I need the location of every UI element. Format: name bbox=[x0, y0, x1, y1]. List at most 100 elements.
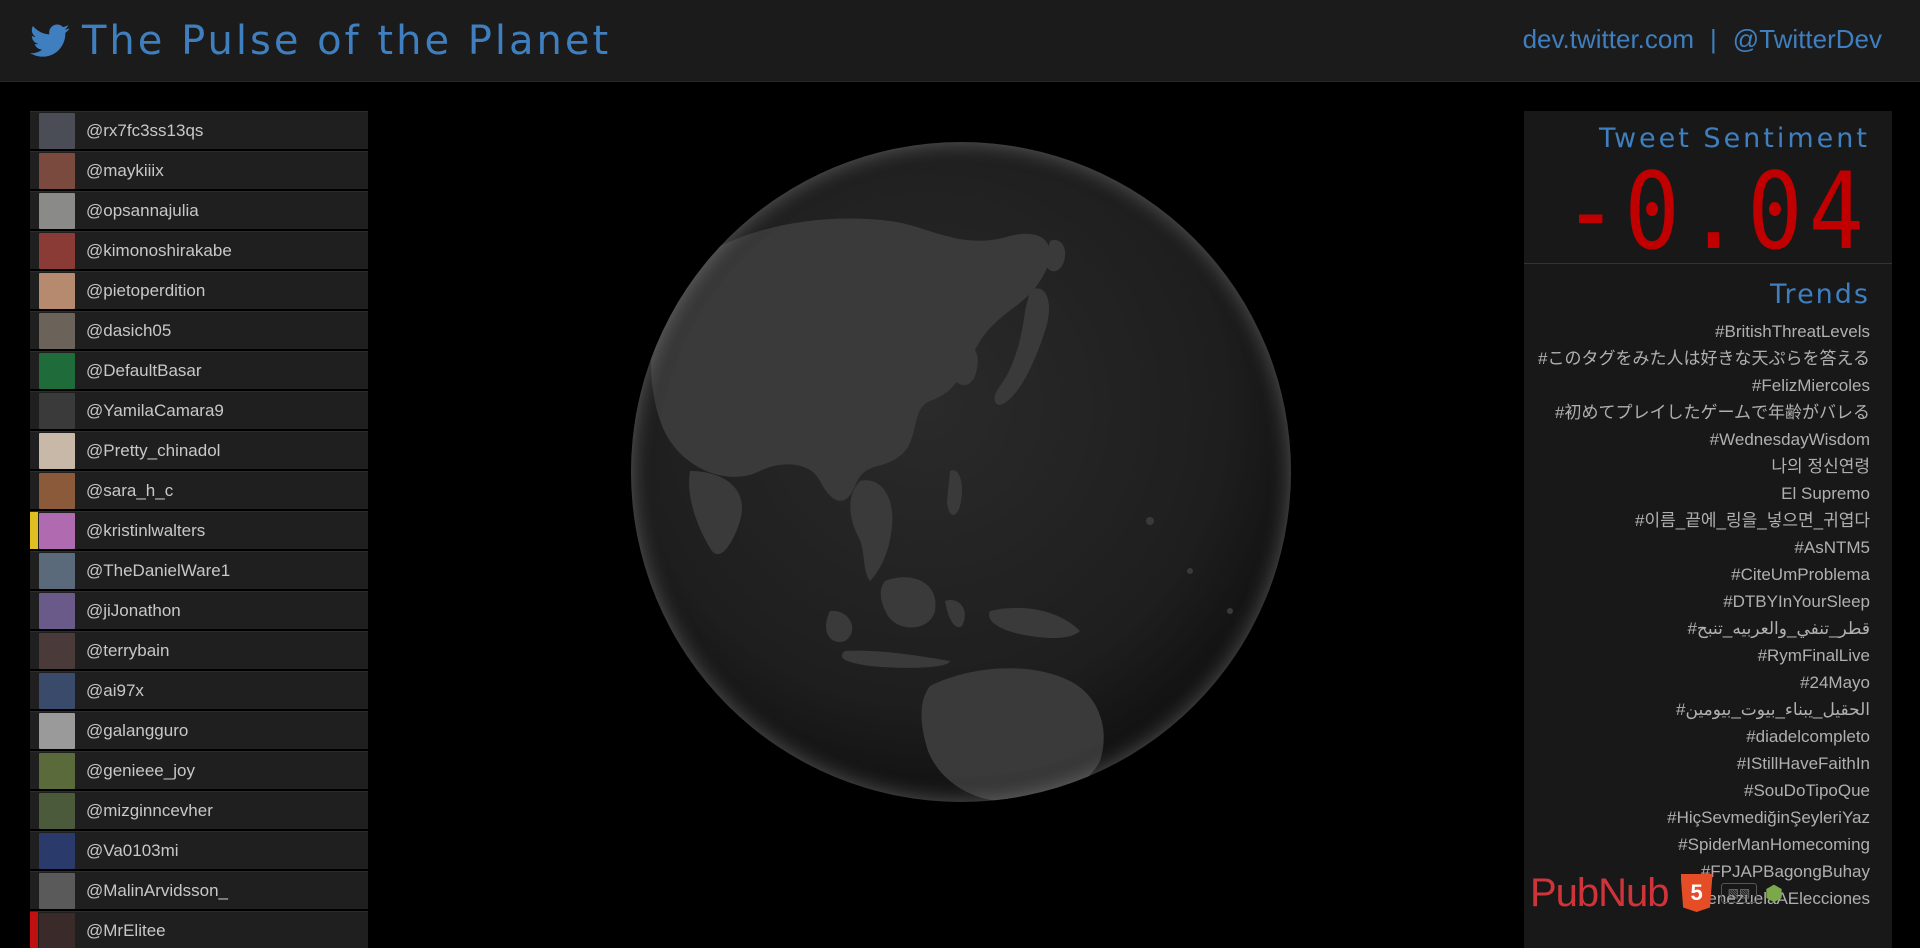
trend-item[interactable]: #初めてプレイしたゲームで年齢がバレる bbox=[1538, 399, 1870, 426]
avatar[interactable] bbox=[39, 912, 75, 948]
sentiment-flag bbox=[30, 592, 38, 629]
user-row[interactable]: @sara_h_c bbox=[30, 471, 368, 509]
user-handle[interactable]: @maykiiix bbox=[86, 161, 164, 181]
trend-item[interactable]: #الحقيل_يبناء_بيوت_بيومين bbox=[1538, 696, 1870, 723]
user-handle[interactable]: @YamilaCamara9 bbox=[86, 401, 224, 421]
user-row[interactable]: @kimonoshirakabe bbox=[30, 231, 368, 269]
avatar[interactable] bbox=[39, 672, 75, 709]
user-row[interactable]: @Va0103mi bbox=[30, 831, 368, 869]
trend-item[interactable]: #AsNTM5 bbox=[1538, 534, 1870, 561]
user-row[interactable]: @MalinArvidsson_ bbox=[30, 871, 368, 909]
avatar[interactable] bbox=[39, 552, 75, 589]
user-handle[interactable]: @Pretty_chinadol bbox=[86, 441, 220, 461]
globe[interactable] bbox=[630, 141, 1292, 803]
user-handle[interactable]: @MrElitee bbox=[86, 921, 166, 941]
sentiment-title: Tweet Sentiment bbox=[1598, 123, 1870, 154]
avatar[interactable] bbox=[39, 352, 75, 389]
dev-twitter-link[interactable]: dev.twitter.com bbox=[1523, 24, 1694, 55]
avatar[interactable] bbox=[39, 232, 75, 269]
avatar[interactable] bbox=[39, 112, 75, 149]
trend-item[interactable]: #DTBYInYourSleep bbox=[1538, 588, 1870, 615]
user-handle[interactable]: @DefaultBasar bbox=[86, 361, 202, 381]
avatar[interactable] bbox=[39, 712, 75, 749]
user-row[interactable]: @maykiiix bbox=[30, 151, 368, 189]
trend-item[interactable]: 나의 정신연령 bbox=[1538, 453, 1870, 480]
sentiment-flag bbox=[30, 272, 38, 309]
user-handle[interactable]: @sara_h_c bbox=[86, 481, 173, 501]
user-handle[interactable]: @kimonoshirakabe bbox=[86, 241, 232, 261]
user-handle[interactable]: @Va0103mi bbox=[86, 841, 179, 861]
trend-item[interactable]: #قطر_تنفي_والعربيه_تنبح bbox=[1538, 615, 1870, 642]
trend-item[interactable]: #FelizMiercoles bbox=[1538, 372, 1870, 399]
sentiment-flag bbox=[30, 432, 38, 469]
user-handle[interactable]: @opsannajulia bbox=[86, 201, 199, 221]
sentiment-flag bbox=[30, 512, 38, 549]
trend-item[interactable]: #このタグをみた人は好きな天ぷらを答える bbox=[1538, 345, 1870, 372]
user-row[interactable]: @YamilaCamara9 bbox=[30, 391, 368, 429]
user-handle[interactable]: @mizginncevher bbox=[86, 801, 213, 821]
user-handle[interactable]: @terrybain bbox=[86, 641, 169, 661]
user-handle[interactable]: @jiJonathon bbox=[86, 601, 181, 621]
user-row[interactable]: @DefaultBasar bbox=[30, 351, 368, 389]
avatar[interactable] bbox=[39, 192, 75, 229]
user-row[interactable]: @opsannajulia bbox=[30, 191, 368, 229]
trend-item[interactable]: #SpiderManHomecoming bbox=[1538, 831, 1870, 858]
user-row[interactable]: @MrElitee bbox=[30, 911, 368, 948]
sentiment-section: Tweet Sentiment -0.04 bbox=[1524, 111, 1892, 269]
trend-item[interactable]: #이름_끝에_링을_넣으면_귀엽다 bbox=[1538, 507, 1870, 534]
user-row[interactable]: @mizginncevher bbox=[30, 791, 368, 829]
user-handle[interactable]: @MalinArvidsson_ bbox=[86, 881, 228, 901]
sentiment-flag bbox=[30, 872, 38, 909]
avatar[interactable] bbox=[39, 792, 75, 829]
user-handle[interactable]: @galangguro bbox=[86, 721, 188, 741]
sentiment-flag bbox=[30, 392, 38, 429]
trend-item[interactable]: #RymFinalLive bbox=[1538, 642, 1870, 669]
user-row[interactable]: @kristinlwalters bbox=[30, 511, 368, 549]
avatar[interactable] bbox=[39, 472, 75, 509]
avatar[interactable] bbox=[39, 152, 75, 189]
trend-item[interactable]: #CiteUmProblema bbox=[1538, 561, 1870, 588]
app-header: The Pulse of the Planet dev.twitter.com … bbox=[0, 0, 1920, 82]
trend-item[interactable]: #WednesdayWisdom bbox=[1538, 426, 1870, 453]
trend-item[interactable]: #24Mayo bbox=[1538, 669, 1870, 696]
user-row[interactable]: @terrybain bbox=[30, 631, 368, 669]
user-row[interactable]: @TheDanielWare1 bbox=[30, 551, 368, 589]
avatar[interactable] bbox=[39, 832, 75, 869]
avatar[interactable] bbox=[39, 592, 75, 629]
brand: The Pulse of the Planet bbox=[30, 16, 611, 66]
trend-item[interactable]: #diadelcompleto bbox=[1538, 723, 1870, 750]
html5-logo: 5 bbox=[1680, 874, 1713, 912]
sentiment-flag bbox=[30, 712, 38, 749]
trend-item[interactable]: #HiçSevmediğinŞeyleriYaz bbox=[1538, 804, 1870, 831]
trend-item[interactable]: El Supremo bbox=[1538, 480, 1870, 507]
sentiment-flag bbox=[30, 152, 38, 189]
user-handle[interactable]: @dasich05 bbox=[86, 321, 171, 341]
user-row[interactable]: @dasich05 bbox=[30, 311, 368, 349]
twitterdev-link[interactable]: @TwitterDev bbox=[1733, 24, 1882, 55]
avatar[interactable] bbox=[39, 512, 75, 549]
user-row[interactable]: @jiJonathon bbox=[30, 591, 368, 629]
trend-item[interactable]: #BritishThreatLevels bbox=[1538, 318, 1870, 345]
avatar[interactable] bbox=[39, 432, 75, 469]
avatar[interactable] bbox=[39, 752, 75, 789]
user-handle[interactable]: @pietoperdition bbox=[86, 281, 205, 301]
avatar[interactable] bbox=[39, 272, 75, 309]
user-handle[interactable]: @TheDanielWare1 bbox=[86, 561, 230, 581]
user-handle[interactable]: @rx7fc3ss13qs bbox=[86, 121, 203, 141]
user-row[interactable]: @galangguro bbox=[30, 711, 368, 749]
trend-item[interactable]: #IStillHaveFaithIn bbox=[1538, 750, 1870, 777]
avatar[interactable] bbox=[39, 312, 75, 349]
user-row[interactable]: @pietoperdition bbox=[30, 271, 368, 309]
trend-item[interactable]: #SouDoTipoQue bbox=[1538, 777, 1870, 804]
avatar[interactable] bbox=[39, 392, 75, 429]
user-row[interactable]: @Pretty_chinadol bbox=[30, 431, 368, 469]
avatar[interactable] bbox=[39, 872, 75, 909]
user-handle[interactable]: @genieee_joy bbox=[86, 761, 195, 781]
user-handle[interactable]: @kristinlwalters bbox=[86, 521, 205, 541]
sentiment-flag bbox=[30, 672, 38, 709]
user-handle[interactable]: @ai97x bbox=[86, 681, 144, 701]
user-row[interactable]: @ai97x bbox=[30, 671, 368, 709]
avatar[interactable] bbox=[39, 632, 75, 669]
user-row[interactable]: @genieee_joy bbox=[30, 751, 368, 789]
user-row[interactable]: @rx7fc3ss13qs bbox=[30, 111, 368, 149]
